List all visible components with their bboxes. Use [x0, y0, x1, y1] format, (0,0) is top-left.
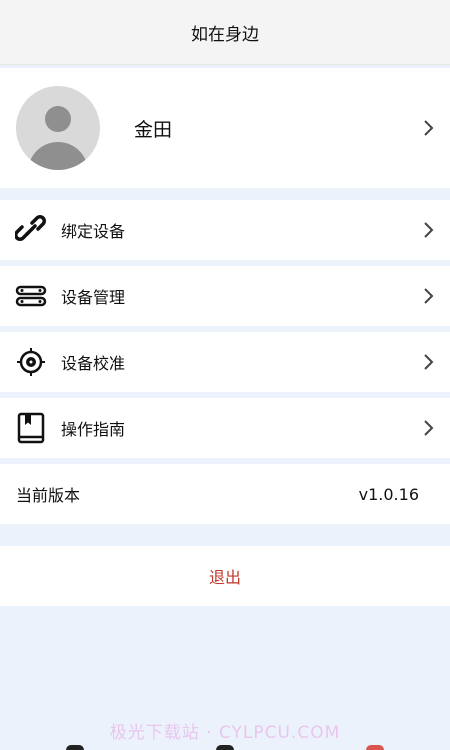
- tab-bar: [0, 744, 450, 750]
- version-label: 当前版本: [16, 486, 81, 505]
- nav-bar: 如在身边: [0, 0, 450, 65]
- book-icon: [15, 412, 47, 444]
- tab-mine[interactable]: [366, 745, 384, 750]
- chevron-right-icon: [420, 221, 438, 239]
- logout-label: 退出: [208, 568, 241, 587]
- menu-item-device-calibration[interactable]: 设备校准: [0, 332, 450, 392]
- chevron-right-icon: [420, 119, 438, 137]
- tab-home[interactable]: [66, 745, 84, 750]
- menu-item-label: 绑定设备: [61, 222, 126, 241]
- chevron-right-icon: [420, 353, 438, 371]
- menu-item-device-management[interactable]: 设备管理: [0, 266, 450, 326]
- avatar: [16, 86, 100, 170]
- page-title: 如在身边: [191, 24, 259, 45]
- version-row: 当前版本 v1.0.16: [0, 464, 450, 524]
- profile-card[interactable]: 金田: [0, 68, 450, 188]
- devices-icon: [15, 280, 47, 312]
- menu-item-label: 操作指南: [61, 420, 126, 439]
- profile-name: 金田: [134, 118, 173, 141]
- chevron-right-icon: [420, 287, 438, 305]
- chevron-right-icon: [420, 419, 438, 437]
- menu-item-label: 设备管理: [61, 288, 126, 307]
- link-icon: [15, 214, 47, 246]
- version-value: v1.0.16: [358, 484, 419, 504]
- target-icon: [15, 346, 47, 378]
- watermark: 极光下载站 · CYLPCU.COM: [109, 723, 341, 743]
- tab-middle[interactable]: [216, 745, 234, 750]
- menu-item-user-guide[interactable]: 操作指南: [0, 398, 450, 458]
- logout-button[interactable]: 退出: [0, 546, 450, 606]
- menu-item-bind-device[interactable]: 绑定设备: [0, 200, 450, 260]
- menu-item-label: 设备校准: [61, 354, 126, 373]
